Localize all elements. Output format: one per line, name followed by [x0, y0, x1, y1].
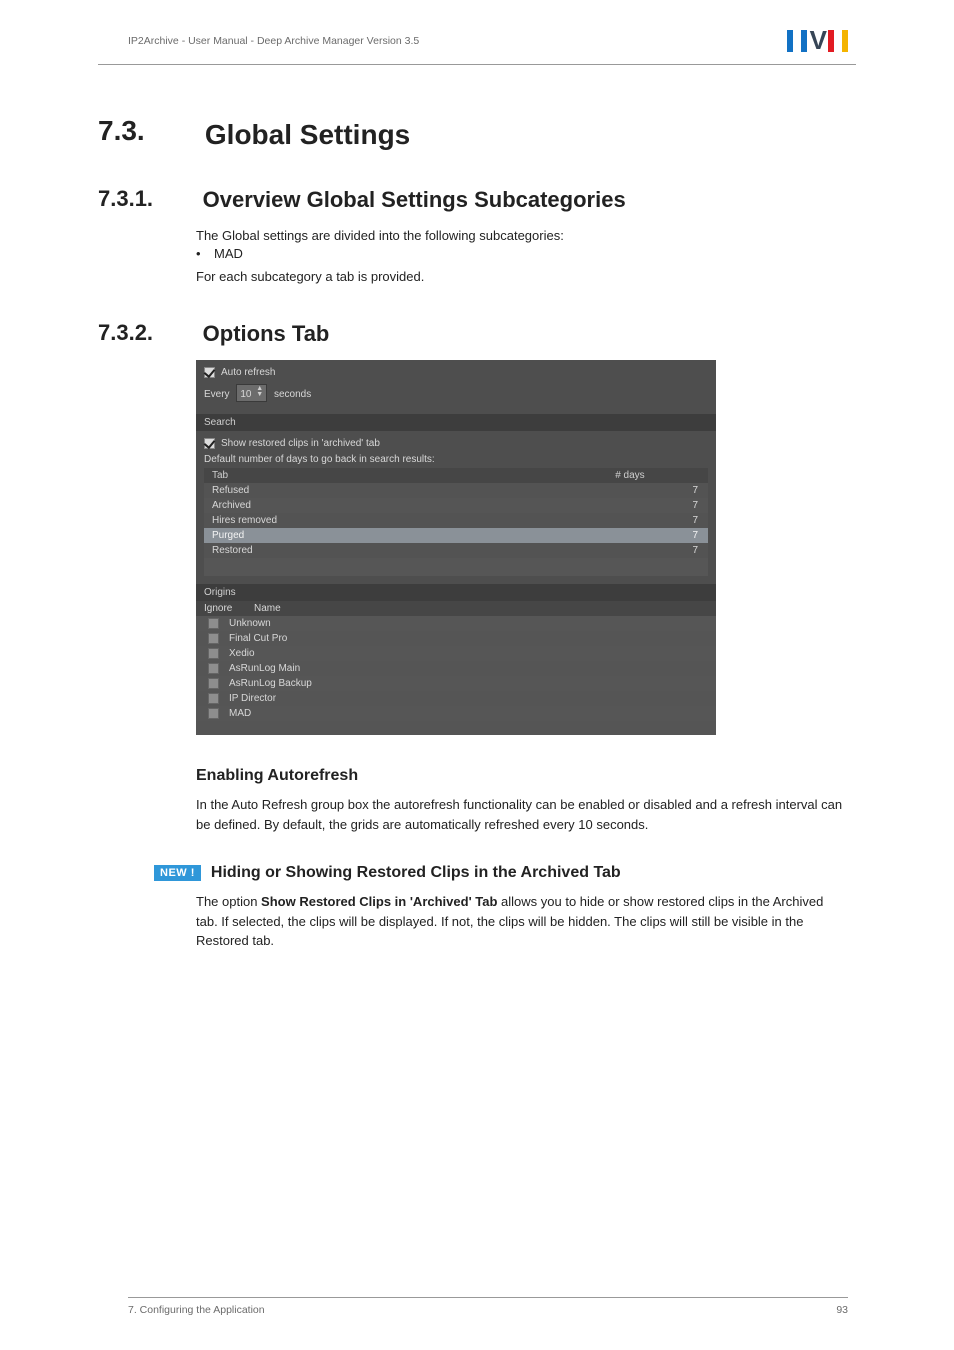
- origin-row[interactable]: Unknown: [196, 616, 716, 631]
- breadcrumb: IP2Archive - User Manual - Deep Archive …: [128, 35, 419, 47]
- cell-tab: Archived: [204, 498, 607, 513]
- cell-days: 7: [607, 483, 708, 498]
- cell-tab: Hires removed: [204, 513, 607, 528]
- checkbox-icon[interactable]: [208, 678, 219, 689]
- auto-refresh-checkbox-row[interactable]: Auto refresh: [204, 365, 708, 380]
- table-row[interactable]: Purged7: [204, 528, 708, 543]
- new-badge: NEW !: [154, 865, 201, 881]
- cell-days: 7: [607, 498, 708, 513]
- body-bold: Show Restored Clips in 'Archived' Tab: [261, 894, 497, 909]
- subsection-title: Overview Global Settings Subcategories: [203, 187, 626, 213]
- col-name: Name: [246, 601, 289, 616]
- origin-name: MAD: [229, 708, 251, 719]
- origins-columns: Ignore Name: [196, 601, 716, 616]
- section-7-3: 7.3. Global Settings: [98, 115, 848, 152]
- origin-row[interactable]: IP Director: [196, 691, 716, 706]
- origin-row[interactable]: Final Cut Pro: [196, 631, 716, 646]
- cell-tab: Purged: [204, 528, 607, 543]
- cell-days: 7: [607, 513, 708, 528]
- show-restored-checkbox-row[interactable]: Show restored clips in 'archived' tab: [204, 436, 708, 451]
- origin-name: AsRunLog Main: [229, 663, 300, 674]
- bullet-list: MAD: [196, 246, 848, 261]
- table-row[interactable]: Restored7: [204, 543, 708, 558]
- origin-name: Final Cut Pro: [229, 633, 287, 644]
- options-panel: Auto refresh Every 10 ▲▼ seconds Search …: [196, 360, 716, 735]
- intro-text: The Global settings are divided into the…: [196, 226, 848, 246]
- checkbox-icon[interactable]: [204, 438, 215, 449]
- footer-page-number: 93: [836, 1304, 848, 1316]
- body-pre: The option: [196, 894, 261, 909]
- table-row[interactable]: Hires removed7: [204, 513, 708, 528]
- col-tab: Tab: [204, 468, 607, 483]
- auto-refresh-label: Auto refresh: [221, 367, 275, 378]
- hiding-showing-body: The option Show Restored Clips in 'Archi…: [196, 892, 848, 951]
- hiding-showing-heading: Hiding or Showing Restored Clips in the …: [211, 864, 621, 882]
- interval-value: 10: [240, 389, 251, 400]
- section-7-3-2: 7.3.2. Options Tab: [98, 320, 848, 348]
- days-table: Tab # days Refused7 Archived7 Hires remo…: [204, 468, 708, 576]
- table-row[interactable]: Archived7: [204, 498, 708, 513]
- subsection-number: 7.3.2.: [98, 320, 196, 346]
- origin-name: AsRunLog Backup: [229, 678, 312, 689]
- refresh-interval-row: Every 10 ▲▼ seconds: [204, 380, 708, 406]
- origin-row[interactable]: AsRunLog Main: [196, 661, 716, 676]
- origins-header: Origins: [196, 584, 716, 601]
- origin-row[interactable]: MAD: [196, 706, 716, 721]
- checkbox-icon[interactable]: [208, 618, 219, 629]
- enabling-autorefresh-body: In the Auto Refresh group box the autore…: [196, 795, 848, 834]
- every-prefix: Every: [204, 389, 230, 400]
- section-number: 7.3.: [98, 115, 196, 147]
- every-suffix: seconds: [274, 389, 311, 400]
- subsection-title: Options Tab: [203, 321, 330, 347]
- origin-name: IP Director: [229, 693, 276, 704]
- default-days-label: Default number of days to go back in sea…: [204, 451, 708, 468]
- search-header: Search: [196, 414, 716, 431]
- spinner-arrows-icon[interactable]: ▲▼: [256, 386, 263, 398]
- checkbox-icon[interactable]: [208, 633, 219, 644]
- checkbox-icon[interactable]: [208, 693, 219, 704]
- footer-left: 7. Configuring the Application: [128, 1304, 265, 1316]
- origin-row[interactable]: AsRunLog Backup: [196, 676, 716, 691]
- col-ignore: Ignore: [196, 601, 246, 616]
- cell-tab: Restored: [204, 543, 607, 558]
- checkbox-icon[interactable]: [208, 663, 219, 674]
- outro-text: For each subcategory a tab is provided.: [196, 267, 848, 287]
- checkbox-icon[interactable]: [204, 367, 215, 378]
- table-blank-row: [204, 558, 708, 576]
- origin-name: Unknown: [229, 618, 271, 629]
- table-row[interactable]: Refused7: [204, 483, 708, 498]
- origin-row[interactable]: Xedio: [196, 646, 716, 661]
- origin-blank-row: [196, 721, 716, 735]
- checkbox-icon[interactable]: [208, 648, 219, 659]
- col-days: # days: [607, 468, 708, 483]
- bullet-item: MAD: [196, 246, 848, 261]
- section-title: Global Settings: [205, 119, 410, 151]
- interval-spinner[interactable]: 10 ▲▼: [236, 384, 267, 402]
- cell-days: 7: [607, 528, 708, 543]
- cell-days: 7: [607, 543, 708, 558]
- show-restored-label: Show restored clips in 'archived' tab: [221, 438, 380, 449]
- origin-name: Xedio: [229, 648, 255, 659]
- enabling-autorefresh-heading: Enabling Autorefresh: [196, 767, 848, 785]
- subsection-number: 7.3.1.: [98, 186, 196, 212]
- checkbox-icon[interactable]: [208, 708, 219, 719]
- evs-logo: V: [787, 25, 848, 56]
- cell-tab: Refused: [204, 483, 607, 498]
- section-7-3-1: 7.3.1. Overview Global Settings Subcateg…: [98, 186, 848, 214]
